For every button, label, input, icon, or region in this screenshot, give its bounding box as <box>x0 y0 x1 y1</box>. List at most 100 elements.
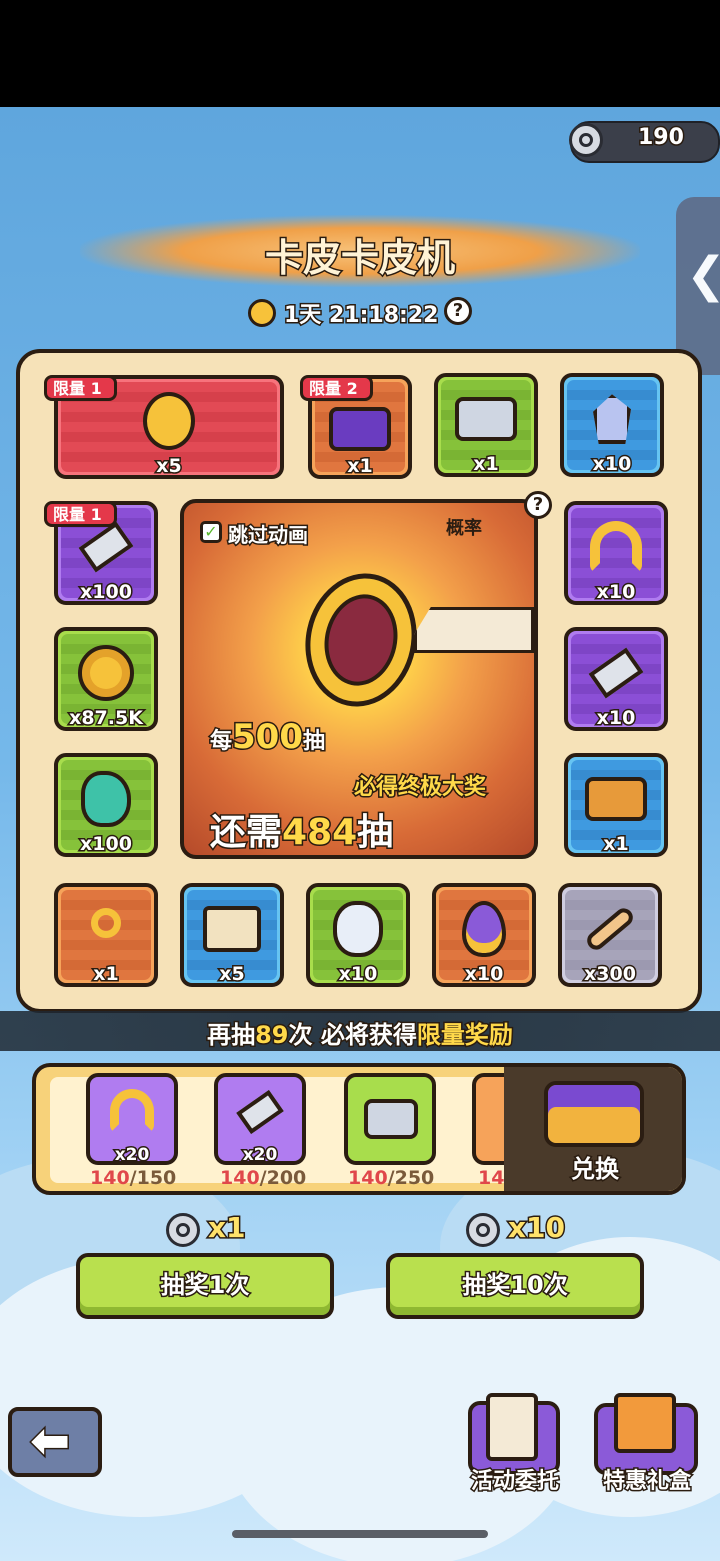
progress-current: 140 <box>90 1167 130 1189</box>
limit-badge: 限量 1 <box>44 501 117 527</box>
milestone-progress: 140/250 <box>348 1167 434 1189</box>
draw-once-button[interactable]: 抽奖1次 <box>76 1253 334 1319</box>
reward-qty: x5 <box>218 962 246 985</box>
treasure-chest-icon <box>544 1081 644 1147</box>
machine-coin-icon <box>466 1213 500 1247</box>
present-icon <box>614 1393 676 1453</box>
reward-tile[interactable]: x1 <box>434 373 538 477</box>
remaining-prefix: 还需 <box>208 811 283 855</box>
reward-qty: x10 <box>463 962 505 985</box>
event-timer: 1天 21:18:22 <box>282 302 439 330</box>
draw-ten-button[interactable]: 抽奖10次 <box>386 1253 644 1319</box>
gold-coin-icon <box>78 645 134 702</box>
reward-tile[interactable]: x10 <box>432 883 536 987</box>
reward-tile[interactable]: x1 <box>564 753 668 857</box>
milestone-qty: x20 <box>113 1144 151 1167</box>
horseshoe-icon <box>590 521 642 574</box>
probability-help-icon[interactable]: ? <box>524 491 552 519</box>
every-count: 500 <box>231 716 305 759</box>
reward-qty: x5 <box>155 454 183 477</box>
help-icon[interactable]: ? <box>444 297 472 325</box>
arrow-left-icon: ⬅ <box>28 1412 71 1471</box>
milestone-qty: x20 <box>241 1144 279 1167</box>
document-icon <box>486 1393 538 1461</box>
timer-row: 1天 21:18:22 ? <box>248 297 478 331</box>
reward-tile[interactable]: x10 <box>564 501 668 605</box>
game-screen: 190 ❮ 卡皮卡皮机 1天 21:18:22 ? x5 限量 1 x1 限量 … <box>0 107 720 1561</box>
machine-coin-icon <box>166 1213 200 1247</box>
reward-qty: x10 <box>591 452 633 475</box>
reward-qty: x87.5K <box>68 706 145 729</box>
remaining-count: 484 <box>281 811 359 855</box>
gift-label: 特惠礼盒 <box>601 1468 692 1496</box>
milestone-progress: 14 <box>478 1167 504 1189</box>
skip-label: 跳过动画 <box>227 522 310 549</box>
page-title: 卡皮卡皮机 <box>263 235 456 282</box>
exchange-label: 兑换 <box>570 1154 621 1185</box>
milestone-tile[interactable]: x20 <box>86 1073 178 1167</box>
probability-button[interactable] <box>414 607 534 653</box>
limit-badge: 限量 1 <box>44 375 117 401</box>
milestone-rewards: x20 140/150 x20 140/200 140/250 14 兑换 <box>32 1063 686 1195</box>
remaining-row: 还需484抽 <box>208 803 394 855</box>
reward-qty: x1 <box>602 832 630 855</box>
reward-qty: x300 <box>583 962 638 985</box>
every-row: 每500抽 <box>208 716 326 759</box>
banner-part: 再抽 <box>206 1020 257 1051</box>
progress-target: /150 <box>129 1167 177 1189</box>
milestone-tile[interactable] <box>344 1073 436 1165</box>
capybara-coin-icon <box>293 563 429 717</box>
tasks-button[interactable]: 活动委托 <box>456 1393 574 1503</box>
reward-qty: x1 <box>346 454 374 477</box>
silver-chest-icon <box>364 1099 418 1139</box>
tasks-label: 活动委托 <box>469 1468 560 1496</box>
banner-count: 89 <box>254 1020 290 1051</box>
machine-coin-icon <box>569 123 603 157</box>
back-button[interactable]: ⬅ <box>8 1407 102 1477</box>
milestone-progress: 140/200 <box>220 1167 306 1189</box>
progress-current: 14 <box>478 1167 505 1189</box>
reward-tile[interactable]: x300 <box>558 883 662 987</box>
reward-tile[interactable]: x100 <box>54 753 158 857</box>
reward-qty: x1 <box>92 962 120 985</box>
reward-tile[interactable]: x87.5K <box>54 627 158 731</box>
jackpot-panel: ✓ 跳过动画 每500抽 必得终极大奖 还需484抽 <box>180 499 538 859</box>
limit-reward-banner: 再抽89次 必将获得限量奖励 <box>0 1011 720 1051</box>
check-icon: ✓ <box>200 521 222 543</box>
progress-target: /200 <box>259 1167 307 1189</box>
banner-part: 次 必将获得 <box>287 1020 418 1051</box>
progress-current: 140 <box>348 1167 388 1189</box>
exchange-button[interactable]: 兑换 <box>504 1067 682 1191</box>
cost-label: x10 <box>506 1210 566 1246</box>
reward-qty: x100 <box>79 580 134 603</box>
progress-target: /250 <box>387 1167 435 1189</box>
reward-qty: x100 <box>79 832 134 855</box>
every-prefix: 每 <box>208 728 233 756</box>
rune-stone-icon <box>81 771 131 828</box>
key-icon <box>91 908 121 939</box>
reward-tile[interactable]: x5 <box>180 883 284 987</box>
cost-label: x1 <box>207 1210 248 1246</box>
hammer-icon <box>236 1089 284 1135</box>
reward-qty: x1 <box>472 452 500 475</box>
reward-tile[interactable]: x10 <box>560 373 664 477</box>
purple-chest-icon <box>329 406 391 451</box>
progress-current: 140 <box>220 1167 260 1189</box>
reward-qty: x10 <box>337 962 379 985</box>
milestone-progress: 140/150 <box>90 1167 176 1189</box>
banner-highlight: 限量奖励 <box>415 1020 514 1051</box>
side-drawer-tab[interactable]: ❮ <box>676 197 720 375</box>
gold-chest-icon <box>585 777 647 822</box>
gift-button[interactable]: 特惠礼盒 <box>588 1393 706 1503</box>
horseshoe-icon <box>110 1089 154 1133</box>
home-indicator[interactable] <box>232 1530 488 1538</box>
probability-label: 概率 <box>446 518 482 539</box>
every-suffix: 抽 <box>301 728 326 756</box>
reward-tile[interactable]: x10 <box>306 883 410 987</box>
reward-qty: x10 <box>595 580 637 603</box>
currency-amount: 190 <box>637 124 686 152</box>
reward-tile[interactable]: x10 <box>564 627 668 731</box>
milestone-tile[interactable]: x20 <box>214 1073 306 1167</box>
reward-tile[interactable]: x1 <box>54 883 158 987</box>
guarantee-text: 必得终极大奖 <box>352 774 487 802</box>
